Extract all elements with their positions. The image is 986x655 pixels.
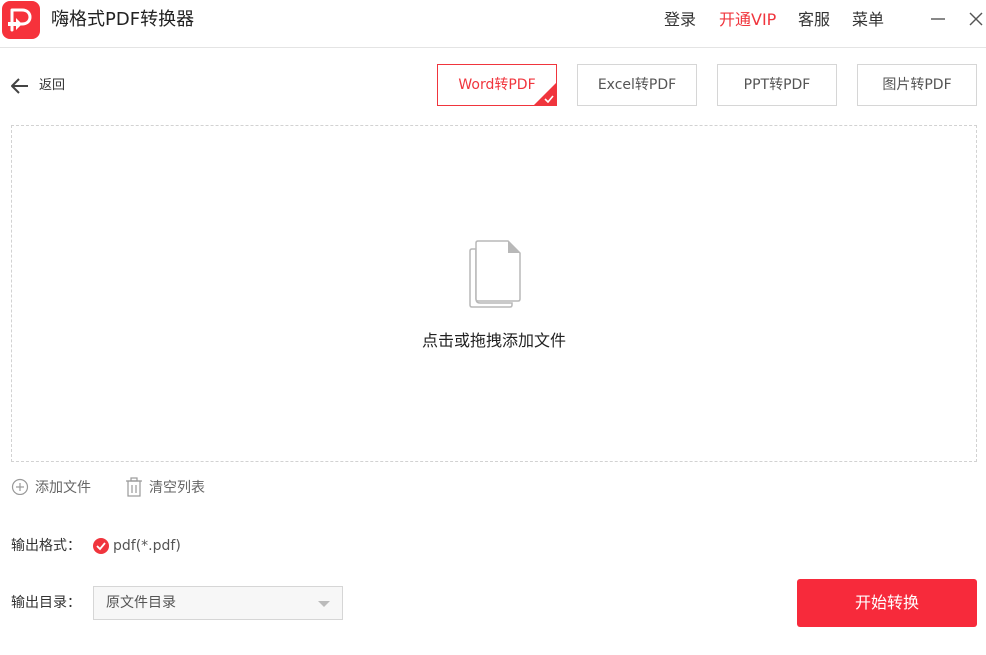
- app-logo-icon: [2, 1, 40, 39]
- open-vip-link[interactable]: 开通VIP: [719, 9, 776, 31]
- tab-word-to-pdf[interactable]: Word转PDF: [437, 64, 557, 106]
- back-label: 返回: [39, 78, 66, 93]
- output-dir-value: 原文件目录: [106, 595, 176, 611]
- tab-label: PPT转PDF: [743, 77, 811, 93]
- file-drop-zone[interactable]: 点击或拖拽添加文件: [11, 125, 977, 462]
- login-link[interactable]: 登录: [664, 9, 696, 31]
- tab-label: Excel转PDF: [597, 77, 677, 93]
- output-dir-select[interactable]: 原文件目录: [93, 586, 343, 620]
- title-bar: 嗨格式PDF转换器 登录 开通VIP 客服 菜单: [0, 0, 986, 48]
- minimize-icon[interactable]: [928, 9, 948, 29]
- app-title: 嗨格式PDF转换器: [51, 9, 195, 30]
- check-icon: [544, 95, 554, 103]
- drop-hint: 点击或拖拽添加文件: [421, 331, 566, 350]
- tab-label: Word转PDF: [458, 77, 536, 93]
- customer-service-link[interactable]: 客服: [798, 9, 830, 31]
- check-circle-icon: [93, 538, 109, 554]
- close-icon[interactable]: [966, 9, 986, 29]
- output-format-value: pdf(*.pdf): [113, 538, 181, 554]
- clear-list-label: 清空列表: [149, 480, 205, 496]
- menu-link[interactable]: 菜单: [852, 9, 884, 31]
- add-file-button[interactable]: 添加文件: [11, 477, 93, 499]
- plus-circle-icon: [11, 478, 29, 495]
- trash-icon: [126, 477, 142, 497]
- tab-label: 图片转PDF: [882, 77, 952, 93]
- output-dir-label: 输出目录：: [11, 595, 81, 611]
- tab-excel-to-pdf[interactable]: Excel转PDF: [577, 64, 697, 106]
- tab-image-to-pdf[interactable]: 图片转PDF: [857, 64, 977, 106]
- start-convert-button[interactable]: 开始转换: [797, 579, 977, 627]
- output-format-label: 输出格式：: [11, 538, 81, 554]
- document-icon: [469, 240, 521, 308]
- chevron-down-icon: [318, 601, 330, 607]
- clear-list-button[interactable]: 清空列表: [125, 477, 209, 499]
- arrow-left-icon: [11, 78, 28, 94]
- tab-ppt-to-pdf[interactable]: PPT转PDF: [717, 64, 837, 106]
- add-file-label: 添加文件: [35, 480, 91, 496]
